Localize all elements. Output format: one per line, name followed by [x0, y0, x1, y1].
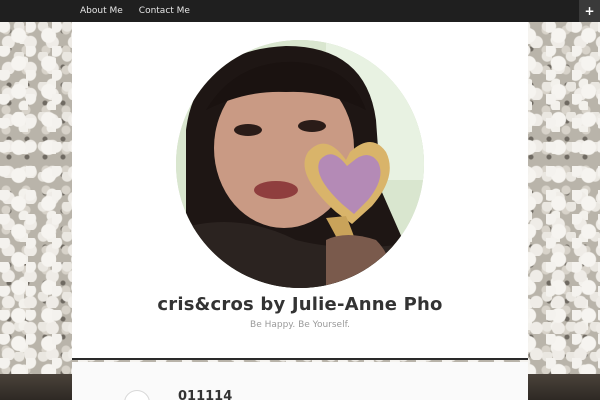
post-title[interactable]: 011114: [178, 389, 232, 400]
profile-avatar[interactable]: [176, 40, 424, 288]
site-header-panel: cris&cros by Julie-Anne Pho Be Happy. Be…: [72, 22, 528, 358]
profile-photo-icon: [176, 40, 424, 288]
primary-menu: About Me Contact Me: [72, 0, 198, 22]
nav-contact-me[interactable]: Contact Me: [131, 0, 198, 22]
plus-icon: +: [584, 4, 595, 18]
expand-plus-button[interactable]: +: [579, 0, 600, 22]
header-divider: [72, 358, 528, 360]
site-tagline: Be Happy. Be Yourself.: [250, 320, 350, 330]
top-navigation-bar: About Me Contact Me +: [0, 0, 600, 22]
post-card: 011114: [72, 362, 528, 400]
nav-about-me[interactable]: About Me: [72, 0, 131, 22]
post-format-icon: [124, 390, 150, 400]
site-title[interactable]: cris&cros by Julie-Anne Pho: [72, 294, 528, 315]
